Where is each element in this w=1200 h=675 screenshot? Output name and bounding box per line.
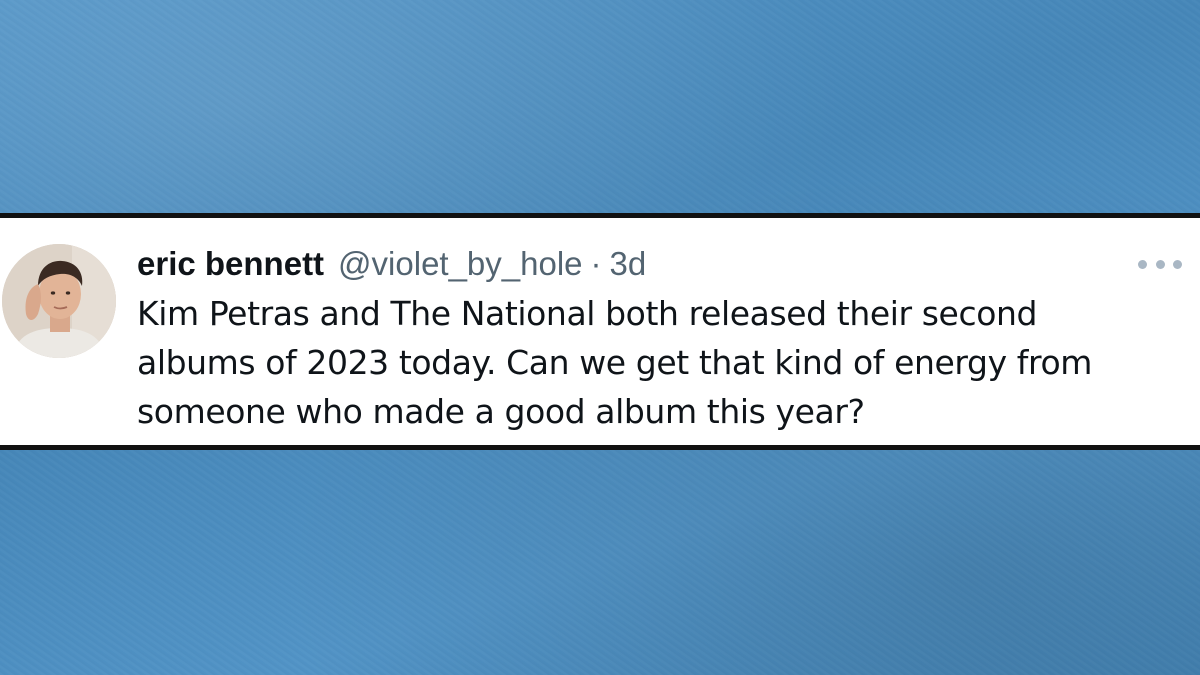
meta-separator: · [590, 245, 602, 282]
tweet-card[interactable]: eric bennett @violet_by_hole · 3d Kim Pe… [0, 213, 1200, 450]
more-dot-icon [1155, 259, 1165, 269]
display-name[interactable]: eric bennett [137, 242, 324, 286]
tweet-text-line: albums of 2023 today. Can we get that ki… [137, 343, 1092, 382]
more-options-button[interactable] [1138, 256, 1182, 272]
avatar[interactable] [2, 244, 116, 358]
tweet-text-line: Kim Petras and The National both release… [137, 294, 1038, 333]
tweet-header: eric bennett @violet_by_hole · 3d [137, 242, 646, 286]
tweet-text-line: someone who made a good album this year? [137, 392, 865, 431]
avatar-photo-icon [2, 244, 116, 358]
user-handle[interactable]: @violet_by_hole [338, 242, 583, 286]
timestamp[interactable]: 3d [610, 242, 647, 286]
more-dot-icon [1138, 259, 1147, 269]
more-dot-icon [1173, 259, 1182, 269]
tweet-text: Kim Petras and The National both release… [137, 289, 1187, 436]
